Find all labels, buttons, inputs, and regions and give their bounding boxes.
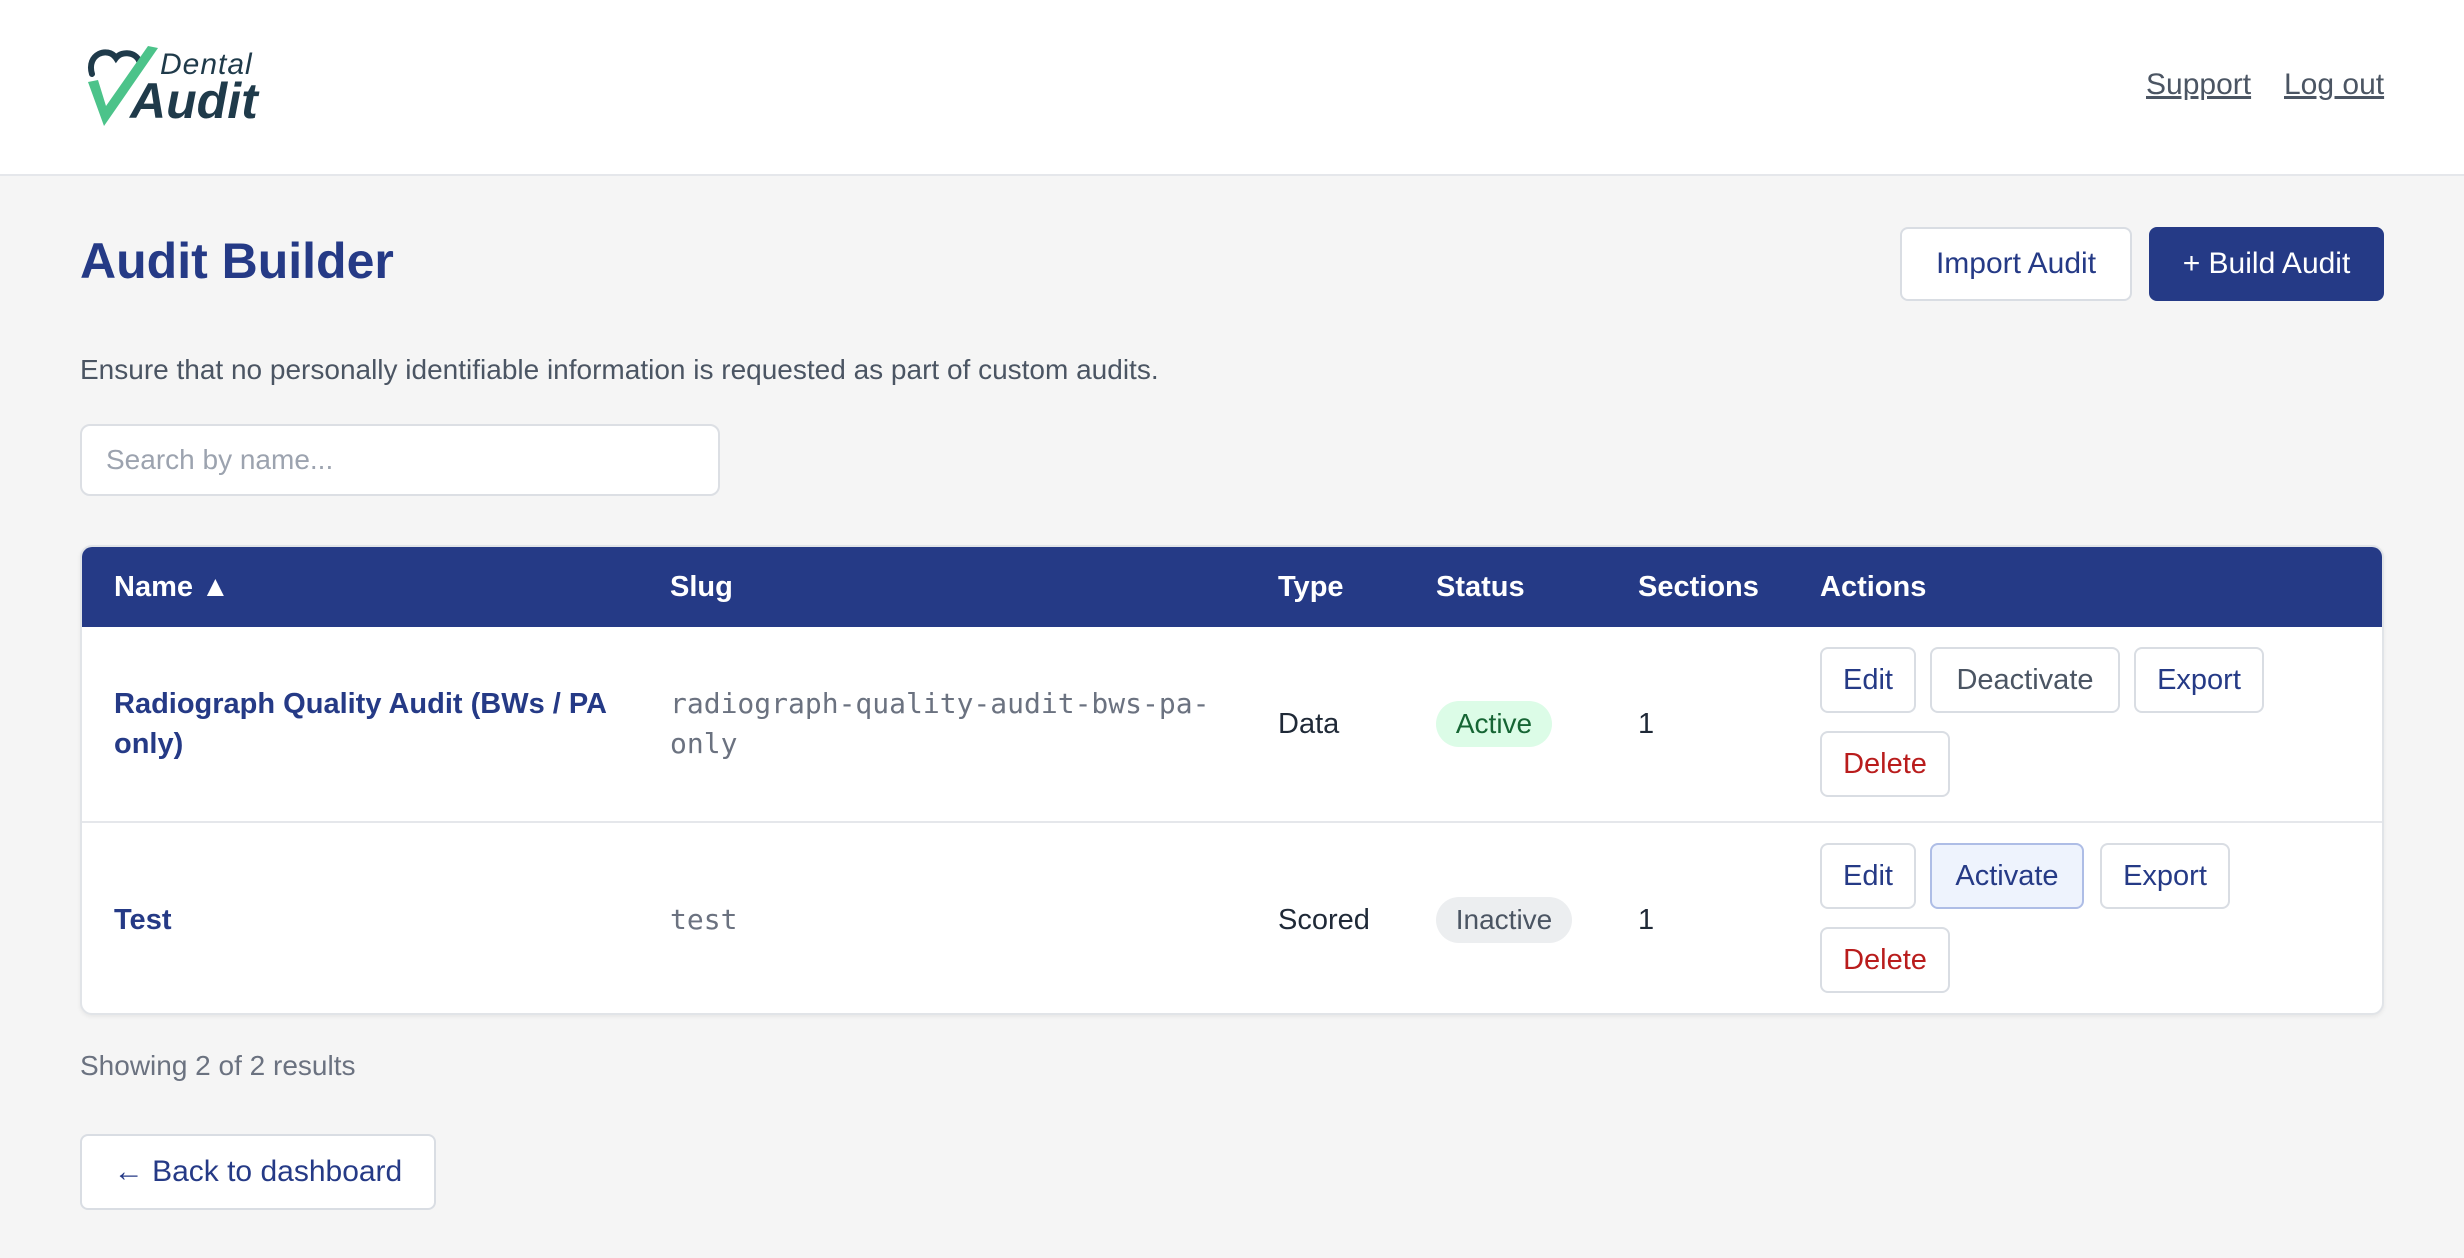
support-link[interactable]: Support	[2146, 68, 2251, 102]
audits-table: Name ▲ Slug Type Status Sections Actions…	[80, 545, 2384, 1015]
column-header-slug: Slug	[670, 570, 733, 603]
audit-name-line: only)	[114, 728, 184, 760]
edit-button[interactable]: Edit	[1820, 843, 1916, 909]
column-header-sections: Sections	[1638, 570, 1759, 603]
page-title: Audit Builder	[80, 233, 394, 289]
results-count: Showing 2 of 2 results	[80, 1050, 356, 1081]
search-input[interactable]	[80, 424, 720, 496]
audit-name-line: Radiograph Quality Audit (BWs / PA	[114, 688, 607, 720]
dental-audit-logo[interactable]: Dental Audit	[82, 42, 262, 132]
status-badge: Inactive	[1436, 897, 1572, 943]
audit-type: Data	[1278, 707, 1340, 740]
activate-button[interactable]: Activate	[1930, 843, 2084, 909]
edit-button[interactable]: Edit	[1820, 647, 1916, 713]
table-row: Radiograph Quality Audit (BWs / PA only)…	[82, 627, 2382, 821]
back-to-dashboard-button[interactable]: ← Back to dashboard	[80, 1134, 436, 1210]
sections-count: 1	[1638, 707, 1655, 740]
logo-text-audit: Audit	[130, 73, 258, 129]
logout-link[interactable]: Log out	[2284, 68, 2384, 102]
export-button[interactable]: Export	[2134, 647, 2264, 713]
audit-type: Scored	[1278, 903, 1370, 936]
column-header-status: Status	[1436, 570, 1525, 603]
audit-slug-line: radiograph-quality-audit-bws-pa-	[670, 687, 1210, 720]
column-header-actions: Actions	[1820, 570, 1927, 603]
audit-slug: radiograph-quality-audit-bws-pa- only	[670, 627, 1250, 821]
pii-notice: Ensure that no personally identifiable i…	[80, 354, 1159, 385]
table-row: Test test Scored Inactive 1 Edit Activat…	[82, 821, 2382, 1013]
column-header-name[interactable]: Name ▲	[114, 547, 230, 627]
deactivate-button[interactable]: Deactivate	[1930, 647, 2120, 713]
column-header-type: Type	[1278, 570, 1344, 603]
delete-button[interactable]: Delete	[1820, 731, 1950, 797]
table-header: Name ▲ Slug Type Status Sections Actions	[82, 547, 2382, 627]
delete-button[interactable]: Delete	[1820, 927, 1950, 993]
import-audit-button[interactable]: Import Audit	[1900, 227, 2132, 301]
audit-name-link[interactable]: Radiograph Quality Audit (BWs / PA only)	[114, 627, 634, 821]
status-badge: Active	[1436, 701, 1552, 747]
top-header: Dental Audit Support Log out	[0, 0, 2464, 176]
export-button[interactable]: Export	[2100, 843, 2230, 909]
build-audit-button[interactable]: + Build Audit	[2149, 227, 2384, 301]
audit-slug: test	[670, 903, 738, 936]
audit-slug-line: only	[670, 727, 738, 760]
audit-name-link[interactable]: Test	[114, 823, 171, 1013]
sections-count: 1	[1638, 903, 1655, 936]
